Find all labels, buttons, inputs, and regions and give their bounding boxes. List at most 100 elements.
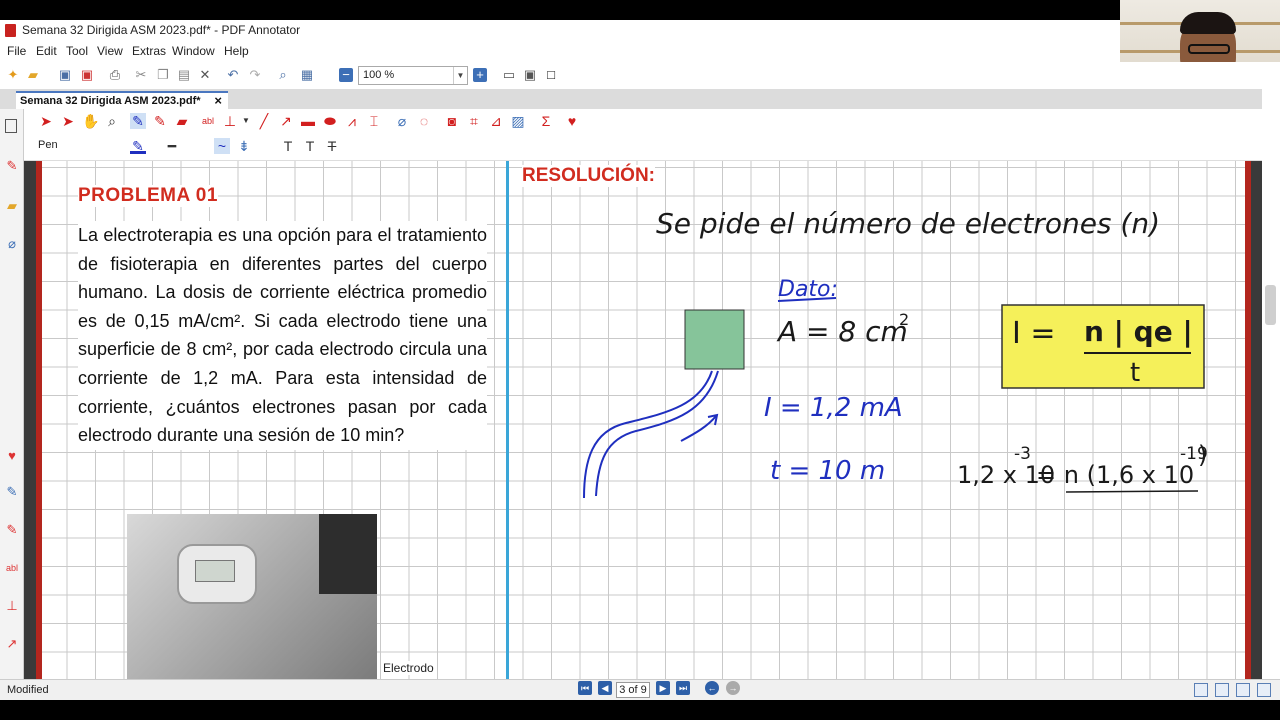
- fit-width-icon[interactable]: ▣: [523, 68, 537, 82]
- text-strike-icon[interactable]: T: [324, 138, 340, 154]
- view-mode-icon[interactable]: ▦: [300, 68, 314, 82]
- pdf-annotator-window: Semana 32 Dirigida ASM 2023.pdf* - PDF A…: [0, 0, 1280, 720]
- arrow-tool-icon[interactable]: ↗: [278, 113, 294, 129]
- lasso-icon[interactable]: ◌: [416, 113, 432, 129]
- hand-icon[interactable]: ✋: [82, 113, 99, 129]
- highlighter-icon[interactable]: ✎: [5, 485, 19, 499]
- find-icon[interactable]: ⌕: [276, 68, 290, 82]
- typewriter-icon[interactable]: abl: [200, 113, 216, 129]
- line-icon[interactable]: ╱: [256, 113, 272, 129]
- stamp-icon[interactable]: ⊥: [5, 599, 19, 613]
- screen-bottom-border: [0, 700, 1280, 720]
- line-width-icon[interactable]: ━: [164, 138, 180, 154]
- insert-image-icon[interactable]: ▨: [510, 113, 526, 129]
- menu-tool[interactable]: Tool: [66, 44, 88, 58]
- text-box-icon[interactable]: abl: [5, 561, 19, 575]
- text-format-icon[interactable]: T: [280, 138, 296, 154]
- document-view[interactable]: PROBLEMA 01 La electroterapia es una opc…: [24, 161, 1262, 679]
- polyline-icon[interactable]: ⩘: [344, 113, 360, 129]
- delete-icon[interactable]: ✕: [198, 68, 212, 82]
- glasses: [1188, 44, 1230, 54]
- rectangle-icon[interactable]: ▬: [300, 113, 316, 129]
- hw-equation-left-exp: -3: [1014, 444, 1031, 464]
- scrollbar-thumb[interactable]: [1265, 285, 1276, 325]
- cut-icon[interactable]: ✂: [134, 68, 148, 82]
- link-icon[interactable]: ⌀: [394, 113, 410, 129]
- two-page-continuous-icon[interactable]: [1257, 683, 1271, 697]
- zoom-in-icon[interactable]: +: [473, 68, 487, 82]
- arrow-icon[interactable]: ↗: [5, 637, 19, 651]
- single-page-view-icon[interactable]: [1194, 683, 1208, 697]
- dimension-icon[interactable]: ⌶: [366, 113, 382, 129]
- status-text: Modified: [7, 684, 49, 696]
- pdf-page[interactable]: PROBLEMA 01 La electroterapia es una opc…: [36, 161, 1251, 679]
- title-bar: Semana 32 Dirigida ASM 2023.pdf* - PDF A…: [0, 20, 1120, 41]
- print-icon[interactable]: ⎙: [108, 68, 122, 82]
- ellipse-icon[interactable]: ⬬: [322, 113, 338, 129]
- first-page-icon[interactable]: ⏮: [578, 681, 592, 695]
- favorite-heart-icon[interactable]: ♥: [5, 449, 19, 463]
- save-icon[interactable]: ▣: [58, 68, 72, 82]
- document-tab[interactable]: Semana 32 Dirigida ASM 2023.pdf* ×: [16, 91, 228, 109]
- chevron-down-icon[interactable]: ▼: [453, 67, 467, 84]
- current-flow-line: [595, 370, 719, 497]
- main-toolbar: ✦ ▰ ▣ ▣ ⎙ ✂ ❐ ▤ ✕ ↶ ↷ ⌕ ▦ − 100 % ▼ + ▭ …: [0, 62, 1280, 89]
- note-icon[interactable]: ▰: [5, 199, 19, 213]
- menu-window[interactable]: Window: [172, 44, 215, 58]
- back-icon[interactable]: ←: [705, 681, 719, 695]
- pen-icon[interactable]: ✎: [130, 113, 146, 129]
- select-text-icon[interactable]: ➤: [60, 113, 76, 129]
- menu-bar: File Edit Tool View Extras Window Help: [0, 41, 1120, 62]
- marker-icon[interactable]: ✎: [5, 523, 19, 537]
- pen-color-icon[interactable]: ✎: [130, 138, 146, 154]
- open-folder-icon[interactable]: ▰: [26, 68, 40, 82]
- attachment-icon[interactable]: ⌀: [5, 237, 19, 251]
- zoom-out-icon[interactable]: −: [339, 68, 353, 82]
- fit-page-icon[interactable]: ▭: [502, 68, 516, 82]
- vertical-scrollbar[interactable]: [1262, 89, 1280, 679]
- marker-tool-icon[interactable]: ✎: [152, 113, 168, 129]
- menu-edit[interactable]: Edit: [36, 44, 57, 58]
- measure-icon[interactable]: ⊿: [488, 113, 504, 129]
- page-panel-icon[interactable]: [5, 119, 17, 133]
- new-document-icon[interactable]: ✦: [6, 68, 20, 82]
- pen-tool-icon[interactable]: ✎: [5, 159, 19, 173]
- select-arrow-icon[interactable]: ➤: [38, 113, 54, 129]
- full-screen-icon[interactable]: □: [544, 68, 558, 82]
- chevron-down-icon[interactable]: ▼: [238, 113, 254, 129]
- handwritten-solution: Se pide el número de electrones (n) Dato…: [583, 207, 1208, 499]
- menu-help[interactable]: Help: [224, 44, 249, 58]
- redo-icon[interactable]: ↷: [248, 68, 262, 82]
- undo-icon[interactable]: ↶: [226, 68, 240, 82]
- favorites-heart-icon[interactable]: ♥: [564, 113, 580, 129]
- snap-icon[interactable]: ⇟: [236, 138, 252, 154]
- hw-equation-right: = n (1,6 x 10: [1036, 461, 1194, 489]
- two-page-view-icon[interactable]: [1236, 683, 1250, 697]
- smooth-ink-icon[interactable]: ~: [214, 138, 230, 154]
- page-indicator[interactable]: 3 of 9: [616, 682, 650, 698]
- camera-icon[interactable]: ◙: [444, 113, 460, 129]
- annotation-toolbar: ➤ ➤ ✋ ⌕ ✎ ✎ ▰ abl ⊥ ▼ ╱ ↗ ▬ ⬬ ⩘ ⌶ ⌀ ◌ ◙ …: [24, 109, 1262, 161]
- zoom-select[interactable]: 100 % ▼: [358, 66, 468, 85]
- current-arrow: [680, 415, 717, 442]
- previous-page-icon[interactable]: ◀: [598, 681, 612, 695]
- menu-view[interactable]: View: [97, 44, 123, 58]
- copy-icon[interactable]: ❐: [156, 68, 170, 82]
- sigma-icon[interactable]: Σ: [538, 113, 554, 129]
- stamp-tool-icon[interactable]: ⊥: [222, 113, 238, 129]
- save-as-icon[interactable]: ▣: [80, 68, 94, 82]
- last-page-icon[interactable]: ⏭: [676, 681, 690, 695]
- text-subscript-icon[interactable]: T: [302, 138, 318, 154]
- close-tab-icon[interactable]: ×: [214, 93, 222, 108]
- crop-icon[interactable]: ⌗: [466, 113, 482, 129]
- menu-extras[interactable]: Extras: [132, 44, 166, 58]
- forward-icon[interactable]: →: [726, 681, 740, 695]
- zoom-tool-icon[interactable]: ⌕: [104, 113, 120, 129]
- hw-formula-left: I =: [1012, 316, 1056, 351]
- paste-icon[interactable]: ▤: [177, 68, 191, 82]
- menu-file[interactable]: File: [7, 44, 26, 58]
- eraser-icon[interactable]: ▰: [174, 113, 190, 129]
- next-page-icon[interactable]: ▶: [656, 681, 670, 695]
- hw-time: t = 10 m: [770, 456, 885, 486]
- continuous-view-icon[interactable]: [1215, 683, 1229, 697]
